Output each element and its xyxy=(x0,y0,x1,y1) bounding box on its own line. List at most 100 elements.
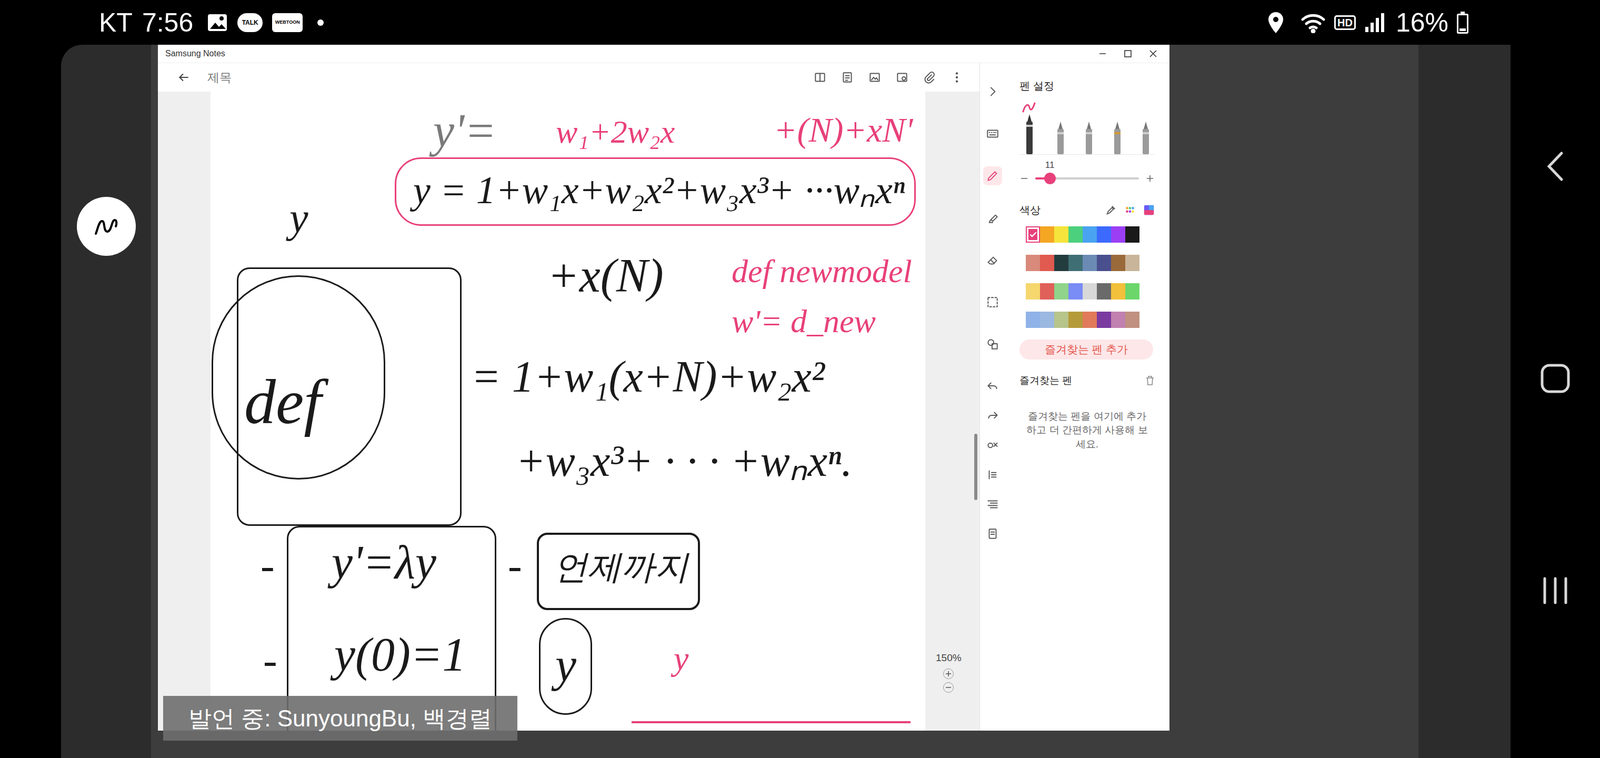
air-command-button[interactable] xyxy=(76,196,136,256)
color-swatch[interactable] xyxy=(1096,254,1112,272)
ink-stroke: +(N)+xN' xyxy=(773,112,913,148)
battery-icon xyxy=(1456,11,1469,34)
note-title-input[interactable] xyxy=(207,68,418,87)
tool-strip xyxy=(979,63,1005,731)
color-swatch[interactable] xyxy=(1025,226,1040,243)
highlighter-icon[interactable] xyxy=(983,208,1003,228)
eraser-icon[interactable] xyxy=(983,250,1003,270)
fill-icon[interactable] xyxy=(983,435,1003,455)
image-icon[interactable] xyxy=(867,70,882,85)
color-swatch[interactable] xyxy=(1096,283,1112,300)
color-swatch[interactable] xyxy=(1111,254,1126,272)
color-swatch[interactable] xyxy=(1125,283,1140,300)
ink-stroke: y xyxy=(289,196,309,239)
color-label: 색상 xyxy=(1019,202,1041,218)
color-swatch[interactable] xyxy=(1125,226,1140,243)
size-value: 11 xyxy=(1042,158,1058,173)
color-swatch[interactable] xyxy=(1082,254,1097,272)
color-swatch[interactable] xyxy=(1025,283,1040,300)
collapse-icon[interactable] xyxy=(983,82,1003,102)
color-swatch[interactable] xyxy=(1125,311,1140,328)
palette-grid-icon[interactable] xyxy=(1124,204,1136,216)
pen-option[interactable] xyxy=(1055,120,1066,155)
favorites-label: 즐겨찾는 펜 xyxy=(1019,373,1073,389)
notification-dot xyxy=(317,19,324,26)
more-icon[interactable] xyxy=(950,70,964,85)
battery-fill xyxy=(1459,28,1466,31)
back-icon[interactable] xyxy=(1546,150,1564,183)
voice-icon[interactable] xyxy=(895,70,909,85)
zoom-out-icon[interactable] xyxy=(943,682,954,693)
color-swatch[interactable] xyxy=(1082,311,1097,328)
color-swatch[interactable] xyxy=(1040,254,1055,272)
color-swatch[interactable] xyxy=(1111,283,1126,300)
eyedropper-icon[interactable] xyxy=(1105,204,1117,216)
color-swatch[interactable] xyxy=(1082,226,1097,243)
add-favorite-button[interactable]: 즐겨찾는 펜 추가 xyxy=(1019,339,1154,360)
zoom-in-icon[interactable] xyxy=(943,668,954,679)
back-arrow-icon[interactable] xyxy=(176,70,191,85)
color-swatch[interactable] xyxy=(1068,254,1083,272)
attach-icon[interactable] xyxy=(922,70,937,85)
align-icon[interactable] xyxy=(983,494,1003,514)
lasso-icon[interactable] xyxy=(983,292,1003,312)
color-swatch[interactable] xyxy=(1054,226,1069,243)
redo-icon[interactable] xyxy=(983,406,1003,426)
ink-stroke: w₁+2w₂x xyxy=(555,115,675,148)
close-icon[interactable] xyxy=(1148,48,1158,59)
phone-screen: KT 7:56 TALK WEBTOON HD 16% xyxy=(0,0,1600,758)
color-swatch[interactable] xyxy=(1054,254,1069,272)
reading-mode-icon[interactable] xyxy=(813,70,827,85)
color-swatch[interactable] xyxy=(1040,283,1055,300)
size-increase-icon[interactable] xyxy=(1145,173,1155,184)
ink-stroke: = 1+w₁(x+N)+w₂x² xyxy=(471,354,825,399)
note-page[interactable]: y'=w₁+2w₂x+(N)+xN'y = 1+w₁x+w₂x²+w₃x³+ ·… xyxy=(210,91,926,731)
color-swatch[interactable] xyxy=(1040,226,1055,243)
ink-stroke: - xyxy=(507,544,523,587)
color-swatch[interactable] xyxy=(1111,226,1126,243)
ink-stroke: - xyxy=(260,544,275,587)
ink-stroke: def xyxy=(244,370,322,434)
color-swatch[interactable] xyxy=(1068,283,1083,300)
ink-stroke: - xyxy=(263,638,278,682)
page-icon[interactable] xyxy=(983,524,1003,544)
scrollbar[interactable] xyxy=(974,433,978,500)
pen-icon[interactable] xyxy=(983,166,1003,186)
ink-stroke: +x(N) xyxy=(547,252,664,300)
size-thumb[interactable] xyxy=(1044,172,1056,185)
keyboard-icon[interactable] xyxy=(983,124,1003,144)
color-swatch[interactable] xyxy=(1111,311,1126,328)
shape-icon[interactable] xyxy=(983,334,1003,354)
color-swatch[interactable] xyxy=(1054,311,1069,328)
color-swatch[interactable] xyxy=(1068,311,1083,328)
color-swatch[interactable] xyxy=(1040,311,1055,328)
size-decrease-icon[interactable] xyxy=(1019,173,1029,184)
carrier: KT xyxy=(98,9,133,36)
window-title: Samsung Notes xyxy=(165,47,226,60)
color-swatch[interactable] xyxy=(1082,283,1097,300)
pen-settings-panel: 펜 설정 11 xyxy=(1004,63,1170,731)
color-spectrum-icon[interactable] xyxy=(1143,204,1155,216)
color-swatch[interactable] xyxy=(1054,283,1069,300)
undo-icon[interactable] xyxy=(983,376,1003,396)
text-icon[interactable] xyxy=(840,70,855,85)
color-swatch[interactable] xyxy=(1025,254,1040,272)
color-swatch[interactable] xyxy=(1068,226,1083,243)
ink-stroke: def newmodel xyxy=(731,254,913,288)
pen-option[interactable] xyxy=(1021,101,1038,155)
color-swatch[interactable] xyxy=(1125,254,1140,272)
text-icon[interactable] xyxy=(983,465,1003,485)
size-slider[interactable]: 11 xyxy=(1035,177,1139,180)
trash-icon[interactable] xyxy=(1145,375,1155,386)
maximize-icon[interactable] xyxy=(1123,48,1133,59)
color-swatch[interactable] xyxy=(1096,226,1112,243)
pen-option[interactable] xyxy=(1083,120,1095,155)
minimize-icon[interactable] xyxy=(1097,48,1108,59)
color-swatch[interactable] xyxy=(1025,311,1040,328)
home-icon[interactable] xyxy=(1540,362,1571,395)
ink-stroke: y'= xyxy=(433,107,497,155)
pen-option[interactable] xyxy=(1140,120,1152,155)
color-swatch[interactable] xyxy=(1096,311,1112,328)
recents-icon[interactable] xyxy=(1540,574,1570,607)
pen-option[interactable] xyxy=(1112,120,1123,155)
